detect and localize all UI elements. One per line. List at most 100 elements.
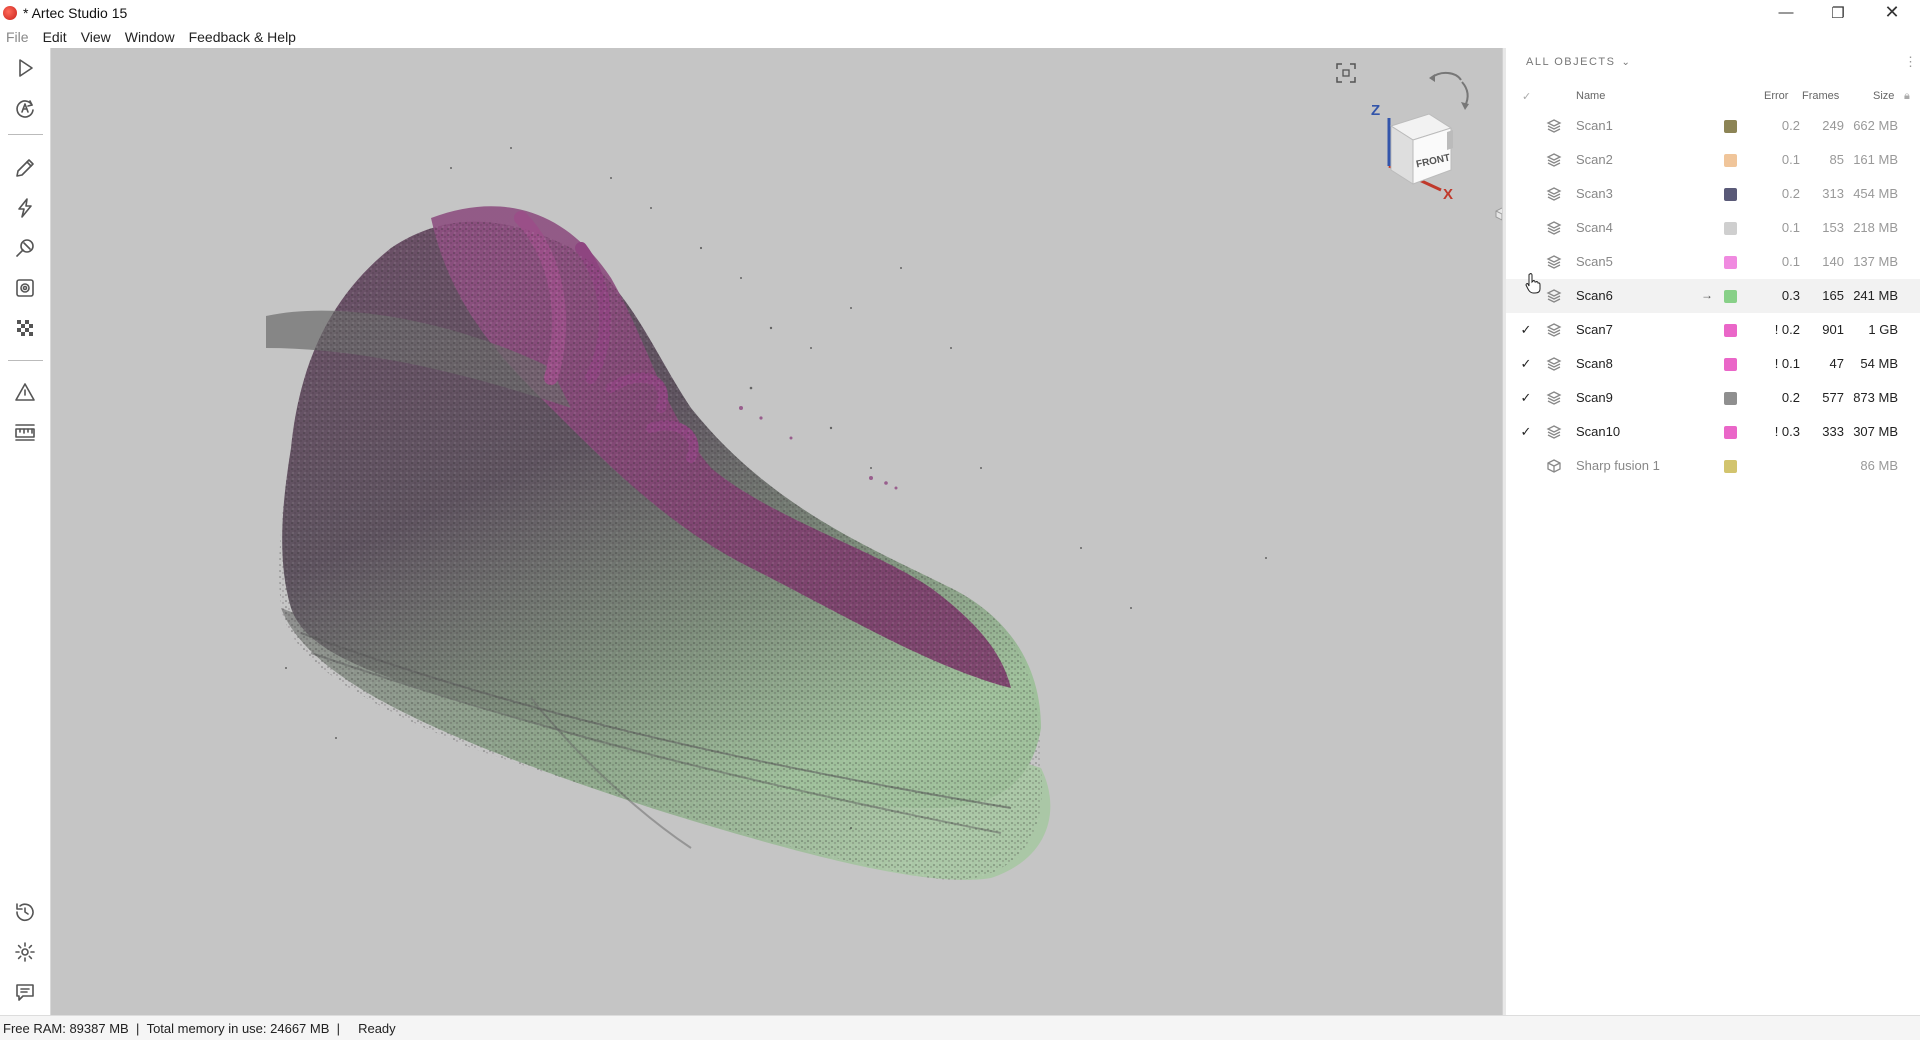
frames-value: 333 <box>1822 424 1844 439</box>
restore-button[interactable]: ❐ <box>1812 0 1864 25</box>
color-swatch[interactable] <box>1724 188 1737 201</box>
frames-value: 153 <box>1822 220 1844 235</box>
object-row[interactable]: Scan4 0.1 153 218 MB <box>1506 211 1920 245</box>
menu-file[interactable]: File <box>0 29 36 45</box>
error-value: 0.1 <box>1781 220 1800 235</box>
visibility-checkbox[interactable]: ✓ <box>1518 424 1534 440</box>
scan-layers-icon <box>1546 186 1562 202</box>
color-swatch[interactable] <box>1724 358 1737 371</box>
frames-value: 577 <box>1822 390 1844 405</box>
color-swatch[interactable] <box>1724 324 1737 337</box>
object-row[interactable]: ✓ Scan10 ! 0.3 333 307 MB <box>1506 415 1920 449</box>
object-row[interactable]: Scan5 0.1 140 137 MB <box>1506 245 1920 279</box>
scan-layers-icon <box>1546 152 1562 168</box>
scan-layers-icon <box>1546 390 1562 406</box>
size-value: 662 MB <box>1853 118 1898 133</box>
tools-icon[interactable] <box>11 234 39 262</box>
play-icon[interactable] <box>11 54 39 82</box>
lock-icon[interactable]: 🔒︎ <box>1904 90 1910 103</box>
texture-icon[interactable] <box>11 314 39 342</box>
fit-view-icon[interactable] <box>1335 62 1357 84</box>
scan-layers-icon <box>1546 220 1562 236</box>
status-state: Ready <box>358 1020 396 1036</box>
frames-value: 47 <box>1829 356 1844 371</box>
object-name[interactable]: Scan1 <box>1576 118 1613 133</box>
app-logo-icon <box>3 5 17 20</box>
error-value: 0.2 <box>1781 118 1800 133</box>
header-name[interactable]: Name <box>1576 90 1605 102</box>
object-row[interactable]: Scan2 0.1 85 161 MB <box>1506 143 1920 177</box>
color-swatch[interactable] <box>1724 290 1737 303</box>
frames-value: 85 <box>1829 152 1844 167</box>
lightning-icon[interactable] <box>11 194 39 222</box>
menu-window[interactable]: Window <box>118 29 182 45</box>
triangle-icon[interactable] <box>11 378 39 406</box>
color-swatch[interactable] <box>1724 154 1737 167</box>
z-axis-label: Z <box>1371 102 1381 119</box>
arrow-right-icon[interactable]: → <box>1701 288 1713 302</box>
total-memory-text: Total memory in use: 24667 MB <box>146 1020 330 1036</box>
autopilot-icon[interactable] <box>11 94 39 122</box>
3d-viewport[interactable]: FRONT Z X <box>51 48 1502 1015</box>
color-swatch[interactable] <box>1724 426 1737 439</box>
window-title: * Artec Studio 15 <box>23 4 128 21</box>
color-swatch[interactable] <box>1724 120 1737 133</box>
ruler-icon[interactable] <box>11 418 39 446</box>
object-name[interactable]: Scan7 <box>1576 322 1613 337</box>
frames-value: 249 <box>1822 118 1844 133</box>
view-cube-widget[interactable]: FRONT Z X <box>1361 66 1502 236</box>
header-frames[interactable]: Frames <box>1802 90 1839 102</box>
color-swatch[interactable] <box>1724 460 1737 473</box>
hand-cursor-icon <box>1525 273 1541 294</box>
object-name[interactable]: Scan4 <box>1576 220 1613 235</box>
object-name[interactable]: Scan8 <box>1576 356 1613 371</box>
object-name[interactable]: Scan5 <box>1576 254 1613 269</box>
object-row[interactable]: Scan1 0.2 249 662 MB <box>1506 109 1920 143</box>
gear-icon[interactable] <box>11 938 39 966</box>
object-name[interactable]: Scan2 <box>1576 152 1613 167</box>
object-row[interactable]: Sharp fusion 1 86 MB <box>1506 449 1920 483</box>
size-value: 54 MB <box>1860 356 1898 371</box>
color-swatch[interactable] <box>1724 392 1737 405</box>
frames-value: 140 <box>1822 254 1844 269</box>
object-name[interactable]: Scan10 <box>1576 424 1620 439</box>
size-value: 241 MB <box>1853 288 1898 303</box>
header-check[interactable]: ✓ <box>1522 90 1531 103</box>
shoe-point-cloud <box>266 147 1267 880</box>
header-size[interactable]: Size <box>1873 90 1894 102</box>
visibility-checkbox[interactable]: ✓ <box>1518 322 1534 338</box>
close-button[interactable]: ✕ <box>1866 0 1918 25</box>
object-row[interactable]: ✓ Scan8 ! 0.1 47 54 MB <box>1506 347 1920 381</box>
object-row[interactable]: Scan3 0.2 313 454 MB <box>1506 177 1920 211</box>
object-name[interactable]: Scan3 <box>1576 186 1613 201</box>
left-toolbar <box>0 48 51 1015</box>
menu-edit[interactable]: Edit <box>36 29 74 45</box>
color-swatch[interactable] <box>1724 256 1737 269</box>
menu-bar: File Edit View Window Feedback & Help <box>0 25 1920 48</box>
visibility-checkbox[interactable]: ✓ <box>1518 390 1534 406</box>
chat-icon[interactable] <box>11 978 39 1006</box>
objects-filter-dropdown[interactable]: ALL OBJECTS ⌄ <box>1526 56 1631 68</box>
object-row[interactable]: ✓ Scan9 0.2 577 873 MB <box>1506 381 1920 415</box>
frames-value: 901 <box>1822 322 1844 337</box>
x-axis-label: X <box>1443 186 1454 203</box>
pencil-icon[interactable] <box>11 154 39 182</box>
target-icon[interactable] <box>11 274 39 302</box>
error-value: 0.1 <box>1781 254 1800 269</box>
scan-layers-icon <box>1546 254 1562 270</box>
object-name[interactable]: Sharp fusion 1 <box>1576 458 1660 473</box>
object-name[interactable]: Scan6 <box>1576 288 1613 303</box>
object-name[interactable]: Scan9 <box>1576 390 1613 405</box>
history-icon[interactable] <box>11 898 39 926</box>
menu-view[interactable]: View <box>74 29 118 45</box>
header-error[interactable]: Error <box>1764 90 1788 102</box>
home-view-icon[interactable] <box>1494 206 1502 222</box>
object-row[interactable]: ✓ Scan7 ! 0.2 901 1 GB <box>1506 313 1920 347</box>
visibility-checkbox[interactable]: ✓ <box>1518 356 1534 372</box>
minimize-button[interactable]: — <box>1760 0 1812 25</box>
object-row[interactable]: Scan6 → 0.3 165 241 MB <box>1506 279 1920 313</box>
more-options-icon[interactable]: ⋮ <box>1904 54 1917 70</box>
menu-feedback-help[interactable]: Feedback & Help <box>182 29 303 45</box>
scan-layers-icon <box>1546 118 1562 134</box>
color-swatch[interactable] <box>1724 222 1737 235</box>
